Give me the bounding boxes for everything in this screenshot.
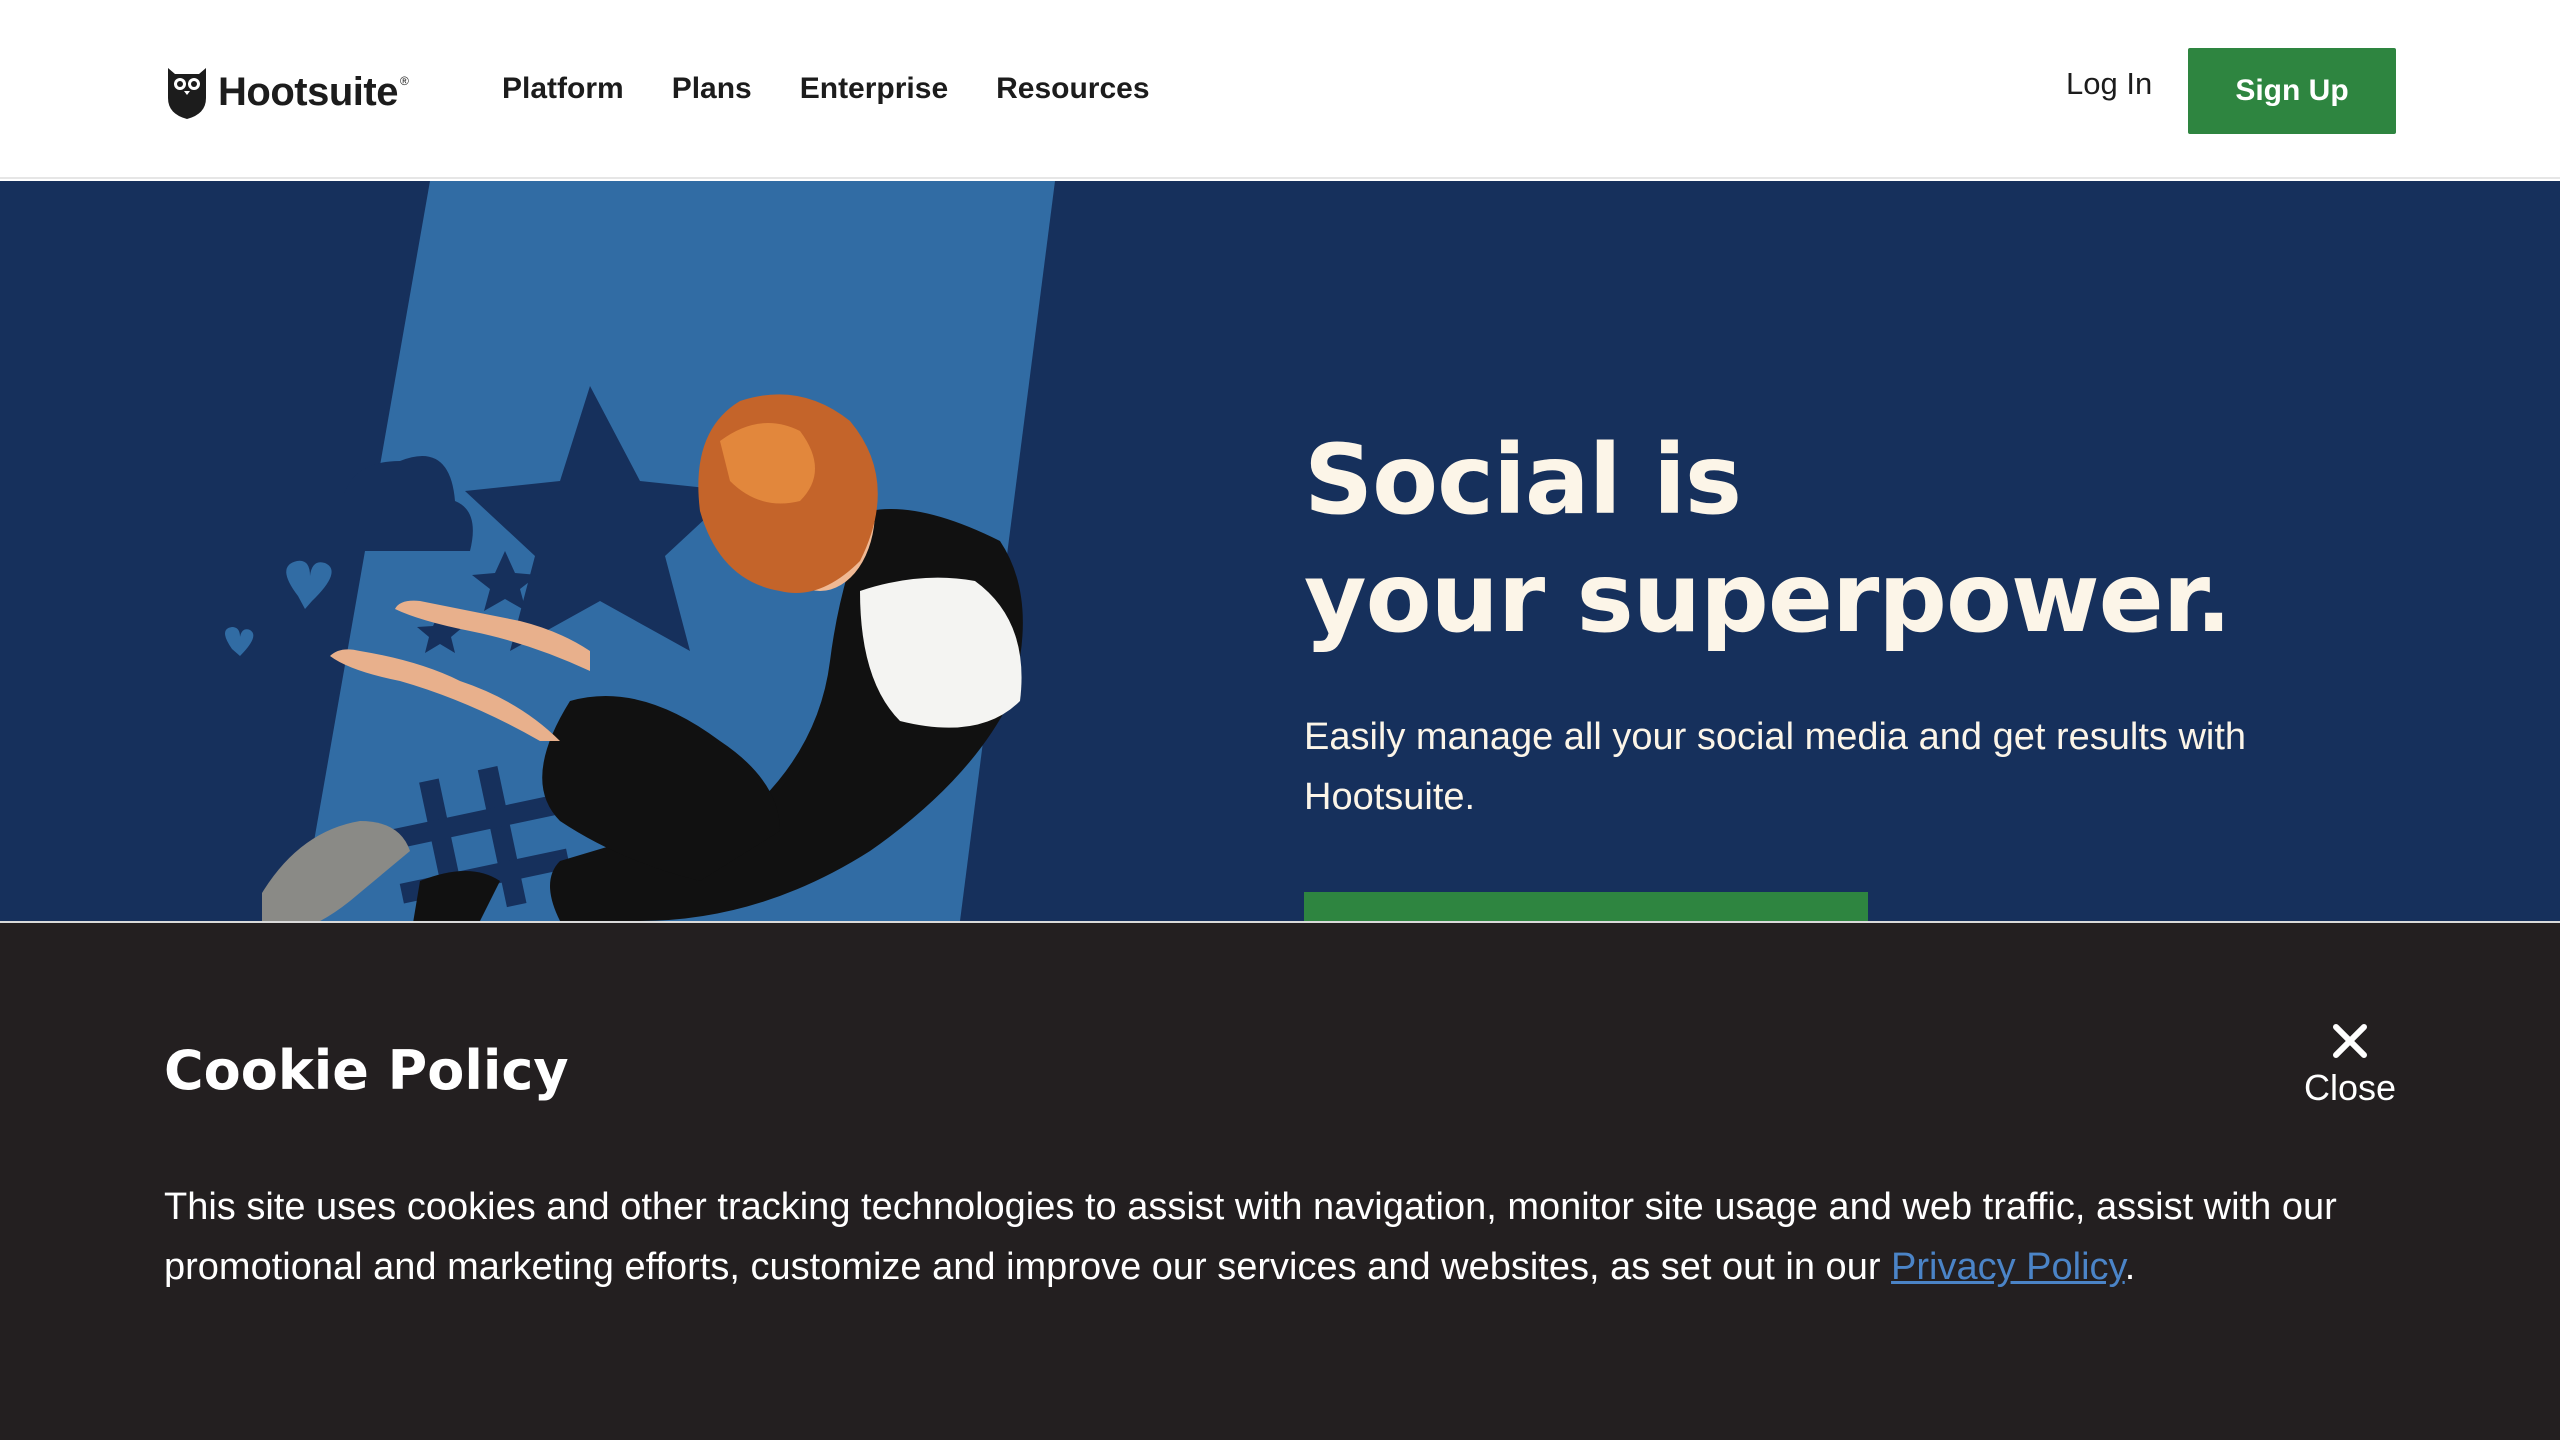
hero-image xyxy=(225,181,1055,921)
main-nav: Platform Plans Enterprise Resources xyxy=(502,64,1150,114)
cookie-description: This site uses cookies and other trackin… xyxy=(164,1177,2424,1297)
nav-item-plans[interactable]: Plans xyxy=(672,72,752,106)
cookie-text-end: . xyxy=(2124,1246,2136,1288)
cookie-close-button[interactable]: Close xyxy=(2290,1021,2410,1121)
cookie-banner: Cookie Policy Close This site uses cooki… xyxy=(0,921,2560,1440)
logo-wordmark: Hootsuite xyxy=(218,69,398,114)
hero-cta-button[interactable] xyxy=(1304,892,1868,921)
cookie-title: Cookie Policy xyxy=(164,1039,569,1102)
privacy-policy-link[interactable]: Privacy Policy xyxy=(1891,1246,2125,1288)
hero-title: Social is your superpower. xyxy=(1304,421,2232,657)
hero-subtitle: Easily manage all your social media and … xyxy=(1304,716,2247,818)
close-label: Close xyxy=(2303,1067,2397,1108)
logo-registered-mark: ® xyxy=(399,74,409,88)
site-header: Hootsuite ® Platform Plans Enterprise Re… xyxy=(0,0,2560,179)
owl-logo-icon xyxy=(168,68,206,119)
login-link[interactable]: Log In xyxy=(2066,66,2152,102)
hero-title-line-2: your superpower. xyxy=(1304,542,2232,654)
nav-item-enterprise[interactable]: Enterprise xyxy=(800,72,948,106)
nav-item-resources[interactable]: Resources xyxy=(996,72,1149,106)
hero-section: Social is your superpower. Easily manage… xyxy=(0,181,2560,921)
close-icon xyxy=(2333,1024,2367,1058)
signup-button[interactable]: Sign Up xyxy=(2188,48,2396,134)
hero-title-line-1: Social is xyxy=(1304,424,1742,536)
nav-item-platform[interactable]: Platform xyxy=(502,72,624,106)
hootsuite-logo[interactable]: Hootsuite ® xyxy=(166,64,409,120)
